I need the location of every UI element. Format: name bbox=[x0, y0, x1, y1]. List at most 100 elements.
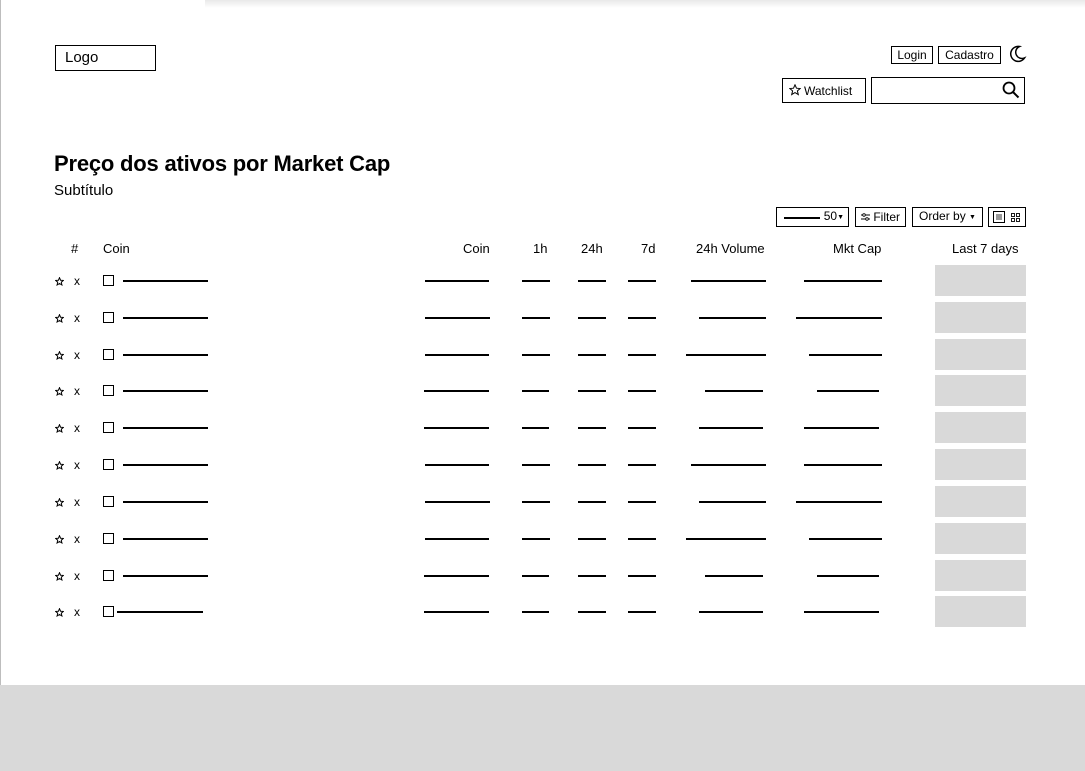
change-7d-line bbox=[628, 501, 656, 503]
volume-24h-line bbox=[705, 390, 763, 392]
coin-name-line bbox=[123, 354, 208, 356]
star-icon[interactable] bbox=[55, 572, 64, 581]
coin-name-line bbox=[123, 501, 208, 503]
coin-name-line bbox=[117, 611, 203, 613]
view-toggle[interactable] bbox=[988, 207, 1026, 227]
moon-icon[interactable] bbox=[1007, 44, 1027, 64]
star-icon[interactable] bbox=[55, 608, 64, 617]
change-24h-line bbox=[578, 538, 606, 540]
rank-value: x bbox=[74, 311, 80, 325]
sparkline-placeholder bbox=[935, 523, 1026, 554]
column-header-24h: 24h bbox=[581, 241, 603, 256]
coin-logo-placeholder bbox=[103, 422, 114, 433]
watchlist-label: Watchlist bbox=[804, 83, 853, 98]
change-7d-line bbox=[628, 538, 656, 540]
grid-icon[interactable] bbox=[1011, 213, 1020, 222]
change-7d-line bbox=[628, 611, 656, 613]
coin-name-line bbox=[123, 575, 208, 577]
coin-logo-placeholder bbox=[103, 606, 114, 617]
star-icon[interactable] bbox=[55, 351, 64, 360]
coin-name-line bbox=[123, 280, 208, 282]
rank-value: x bbox=[74, 569, 80, 583]
coin-logo-placeholder bbox=[103, 275, 114, 286]
change-1h-line bbox=[522, 464, 550, 466]
column-header-mkt-cap: Mkt Cap bbox=[833, 241, 882, 256]
sparkline-placeholder bbox=[935, 486, 1026, 517]
star-icon[interactable] bbox=[55, 424, 64, 433]
star-icon[interactable] bbox=[55, 387, 64, 396]
change-24h-line bbox=[578, 575, 606, 577]
signup-button[interactable]: Cadastro bbox=[938, 46, 1001, 64]
sparkline-placeholder bbox=[935, 339, 1026, 370]
change-1h-line bbox=[522, 280, 550, 282]
star-icon[interactable] bbox=[55, 498, 64, 507]
star-icon[interactable] bbox=[55, 314, 64, 323]
coin-price-line bbox=[424, 611, 489, 613]
coin-logo-placeholder bbox=[103, 459, 114, 470]
rows-per-page-select[interactable]: 50▼ bbox=[776, 207, 849, 227]
mkt-cap-line bbox=[804, 280, 882, 282]
volume-24h-line bbox=[686, 354, 766, 356]
star-icon[interactable] bbox=[55, 277, 64, 286]
change-7d-line bbox=[628, 427, 656, 429]
filter-icon bbox=[860, 212, 870, 221]
volume-24h-line bbox=[691, 280, 766, 282]
login-button[interactable]: Login bbox=[891, 46, 933, 64]
change-24h-line bbox=[578, 280, 606, 282]
coin-logo-placeholder bbox=[103, 496, 114, 507]
change-1h-line bbox=[522, 317, 550, 319]
mkt-cap-line bbox=[809, 354, 882, 356]
column-header-coin-price: Coin bbox=[463, 241, 490, 256]
list-icon[interactable] bbox=[993, 211, 1005, 223]
coin-price-line bbox=[424, 575, 489, 577]
change-24h-line bbox=[578, 501, 606, 503]
rank-value: x bbox=[74, 274, 80, 288]
change-7d-line bbox=[628, 464, 656, 466]
page: Logo Login Cadastro Watchlist Preço dos … bbox=[0, 0, 1085, 771]
coin-logo-placeholder bbox=[103, 385, 114, 396]
logo[interactable]: Logo bbox=[55, 45, 156, 71]
volume-24h-line bbox=[699, 317, 766, 319]
mkt-cap-line bbox=[817, 390, 879, 392]
star-icon[interactable] bbox=[55, 535, 64, 544]
chevron-down-icon: ▼ bbox=[837, 214, 844, 221]
column-header-24h-volume: 24h Volume bbox=[696, 241, 765, 256]
search-box[interactable] bbox=[871, 77, 1025, 104]
change-24h-line bbox=[578, 611, 606, 613]
rank-value: x bbox=[74, 495, 80, 509]
column-header-coin: Coin bbox=[103, 241, 130, 256]
change-7d-line bbox=[628, 575, 656, 577]
change-1h-line bbox=[522, 390, 549, 392]
rank-value: x bbox=[74, 532, 80, 546]
search-icon[interactable] bbox=[1002, 81, 1020, 99]
mkt-cap-line bbox=[796, 317, 882, 319]
coin-price-line bbox=[425, 280, 489, 282]
change-7d-line bbox=[628, 354, 656, 356]
change-24h-line bbox=[578, 354, 606, 356]
change-7d-line bbox=[628, 317, 656, 319]
chevron-down-icon: ▼ bbox=[969, 214, 976, 221]
order-label: Order by bbox=[919, 209, 966, 223]
coin-name-line bbox=[123, 427, 208, 429]
star-icon[interactable] bbox=[55, 461, 64, 470]
mkt-cap-line bbox=[796, 501, 882, 503]
change-1h-line bbox=[522, 427, 549, 429]
search-input[interactable] bbox=[874, 80, 998, 102]
watchlist-button[interactable]: Watchlist bbox=[782, 78, 866, 103]
change-1h-line bbox=[522, 501, 550, 503]
sparkline-placeholder bbox=[935, 375, 1026, 406]
change-1h-line bbox=[522, 575, 549, 577]
rank-value: x bbox=[74, 348, 80, 362]
filter-button[interactable]: Filter bbox=[855, 207, 906, 227]
rank-value: x bbox=[74, 605, 80, 619]
sparkline-placeholder bbox=[935, 560, 1026, 591]
star-icon bbox=[789, 83, 801, 96]
column-header-7d: 7d bbox=[641, 241, 656, 256]
page-subtitle: Subtítulo bbox=[54, 182, 114, 199]
change-1h-line bbox=[522, 611, 549, 613]
mkt-cap-line bbox=[804, 427, 879, 429]
coin-price-line bbox=[424, 390, 489, 392]
coin-logo-placeholder bbox=[103, 570, 114, 581]
order-by-button[interactable]: Order by ▼ bbox=[912, 207, 983, 227]
rank-value: x bbox=[74, 458, 80, 472]
